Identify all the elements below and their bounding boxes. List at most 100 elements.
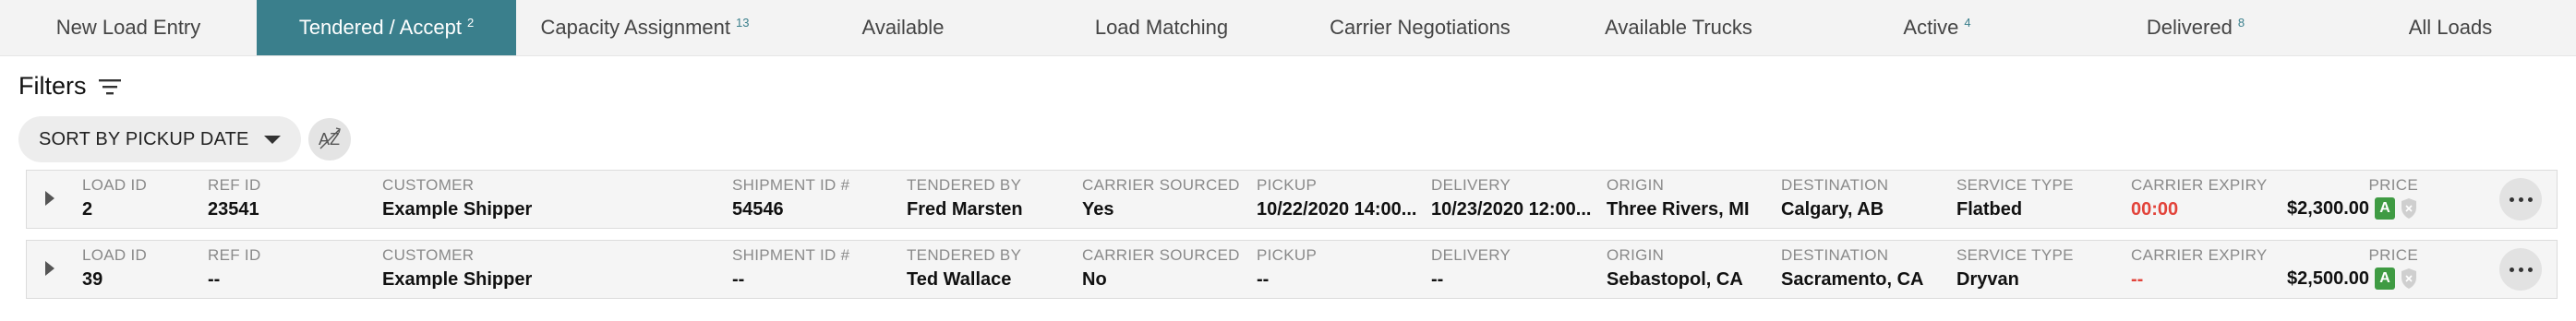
delivery-cell: DELIVERY 10/23/2020 12:00... — [1431, 176, 1602, 220]
column-label: SERVICE TYPE — [1956, 246, 2074, 264]
column-label: PICKUP — [1257, 176, 1318, 194]
tab-label: Capacity Assignment — [540, 16, 730, 39]
status-badge: A — [2375, 197, 2395, 220]
cell-value: Example Shipper — [382, 199, 533, 220]
column-label: DELIVERY — [1431, 246, 1511, 264]
column-label: REF ID — [208, 176, 261, 194]
expand-row-icon[interactable] — [45, 261, 54, 276]
tab-available-trucks[interactable]: Available Trucks — [1549, 0, 1808, 55]
column-label: REF ID — [208, 246, 261, 264]
price-cell: PRICE $2,500.00 A — [2287, 246, 2418, 290]
more-actions-button[interactable] — [2499, 248, 2542, 291]
tab-carrier-negotiations[interactable]: Carrier Negotiations — [1291, 0, 1549, 55]
shield-icon — [2401, 198, 2416, 219]
tab-active[interactable]: Active 4 — [1808, 0, 2066, 55]
tab-all-loads[interactable]: All Loads — [2325, 0, 2576, 55]
cell-value: Dryvan — [1956, 269, 2019, 290]
tab-available[interactable]: Available — [774, 0, 1032, 55]
customer-cell: CUSTOMER Example Shipper — [382, 246, 532, 291]
column-label: DESTINATION — [1781, 246, 1889, 264]
filters-header: Filters — [18, 72, 122, 101]
tab-label: All Loads — [2408, 16, 2493, 39]
price-value: $2,300.00 — [2287, 197, 2369, 219]
pickup-cell: PICKUP 10/22/2020 14:00... — [1257, 176, 1427, 220]
tab-tendered-accept[interactable]: Tendered / Accept 2 — [257, 0, 516, 55]
cell-value: -- — [1431, 269, 1444, 290]
tab-count-badge: 4 — [1964, 15, 1971, 30]
sort-controls: SORT BY PICKUP DATE AZ — [18, 116, 351, 162]
dot — [2518, 196, 2523, 202]
column-label: ORIGIN — [1607, 246, 1665, 264]
tab-label: Carrier Negotiations — [1330, 16, 1511, 39]
tab-load-matching[interactable]: Load Matching — [1032, 0, 1291, 55]
ref-id-cell: REF ID -- — [208, 246, 261, 291]
cell-value: Example Shipper — [382, 269, 533, 290]
cell-value: Yes — [1082, 199, 1114, 220]
destination-cell: DESTINATION Sacramento, CA — [1781, 246, 1924, 291]
column-label: CUSTOMER — [382, 176, 475, 194]
cell-value: 23541 — [208, 199, 259, 220]
tab-delivered[interactable]: Delivered 8 — [2066, 0, 2325, 55]
cell-value: -- — [2131, 269, 2144, 290]
tab-count-badge: 2 — [466, 15, 475, 30]
dot — [2518, 267, 2523, 272]
carrier-sourced-cell: CARRIER SOURCED No — [1082, 246, 1240, 291]
dot — [2509, 267, 2514, 272]
sort-by-select[interactable]: SORT BY PICKUP DATE — [18, 116, 301, 162]
column-label: PRICE — [2368, 176, 2418, 194]
load-row[interactable]: LOAD ID 2 REF ID 23541 CUSTOMER Example Shi… — [26, 170, 2558, 229]
status-tabs: New Load Entry Tendered / Accept 2 Capaci… — [0, 0, 2576, 56]
cell-value: Calgary, AB — [1781, 199, 1884, 220]
carrier-expiry-cell: CARRIER EXPIRY -- — [2131, 246, 2267, 291]
load-row[interactable]: LOAD ID 39 REF ID -- CUSTOMER Example Shipp… — [26, 240, 2558, 299]
column-label: CUSTOMER — [382, 246, 475, 264]
cell-value: Sacramento, CA — [1781, 269, 1924, 290]
chevron-down-icon — [264, 135, 281, 144]
expand-row-icon[interactable] — [45, 191, 54, 206]
tab-capacity-assignment[interactable]: Capacity Assignment 13 — [516, 0, 774, 55]
tab-label: Load Matching — [1094, 16, 1229, 39]
more-actions-button[interactable] — [2499, 178, 2542, 220]
price-value: $2,500.00 — [2287, 268, 2369, 289]
sort-az-icon: AZ — [319, 127, 341, 149]
dot — [2509, 196, 2514, 202]
status-badge: A — [2375, 268, 2395, 290]
origin-cell: ORIGIN Sebastopol, CA — [1607, 246, 1743, 291]
dot — [2527, 267, 2533, 272]
tendered-by-cell: TENDERED BY Fred Marsten — [907, 176, 1023, 220]
cell-value: -- — [732, 269, 745, 290]
tab-label: Tendered / Accept — [298, 16, 462, 39]
column-label: SHIPMENT ID # — [732, 246, 850, 264]
cell-value: Fred Marsten — [907, 199, 1023, 220]
cell-value: Sebastopol, CA — [1607, 269, 1743, 290]
column-label: DESTINATION — [1781, 176, 1889, 194]
tab-label: Active — [1903, 16, 1959, 39]
cell-value: 2 — [82, 199, 93, 220]
column-label: LOAD ID — [82, 176, 148, 194]
service-type-cell: SERVICE TYPE Flatbed — [1956, 176, 2074, 220]
tab-new-load-entry[interactable]: New Load Entry — [0, 0, 257, 55]
carrier-expiry-cell: CARRIER EXPIRY 00:00 — [2131, 176, 2267, 220]
pickup-cell: PICKUP -- — [1257, 246, 1427, 291]
column-label: CARRIER EXPIRY — [2131, 176, 2268, 194]
destination-cell: DESTINATION Calgary, AB — [1781, 176, 1888, 220]
service-type-cell: SERVICE TYPE Dryvan — [1956, 246, 2074, 291]
tendered-by-cell: TENDERED BY Ted Wallace — [907, 246, 1021, 291]
sort-direction-button[interactable]: AZ — [308, 118, 351, 160]
tab-label: New Load Entry — [55, 16, 201, 39]
origin-cell: ORIGIN Three Rivers, MI — [1607, 176, 1750, 220]
filters-title: Filters — [18, 72, 87, 100]
price-cell: PRICE $2,300.00 A — [2287, 176, 2418, 220]
cell-value: -- — [208, 269, 221, 290]
filter-lines-icon[interactable] — [98, 77, 122, 97]
cell-value: 39 — [82, 269, 103, 290]
column-label: LOAD ID — [82, 246, 148, 264]
cell-value: Three Rivers, MI — [1607, 199, 1750, 220]
dot — [2527, 196, 2533, 202]
cell-value: Flatbed — [1956, 199, 2023, 220]
tab-count-badge: 13 — [735, 15, 750, 30]
shipment-id-cell: SHIPMENT ID # -- — [732, 246, 849, 291]
tab-count-badge: 8 — [2237, 15, 2245, 30]
cell-value: -- — [1257, 269, 1270, 290]
column-label: PICKUP — [1257, 246, 1318, 264]
